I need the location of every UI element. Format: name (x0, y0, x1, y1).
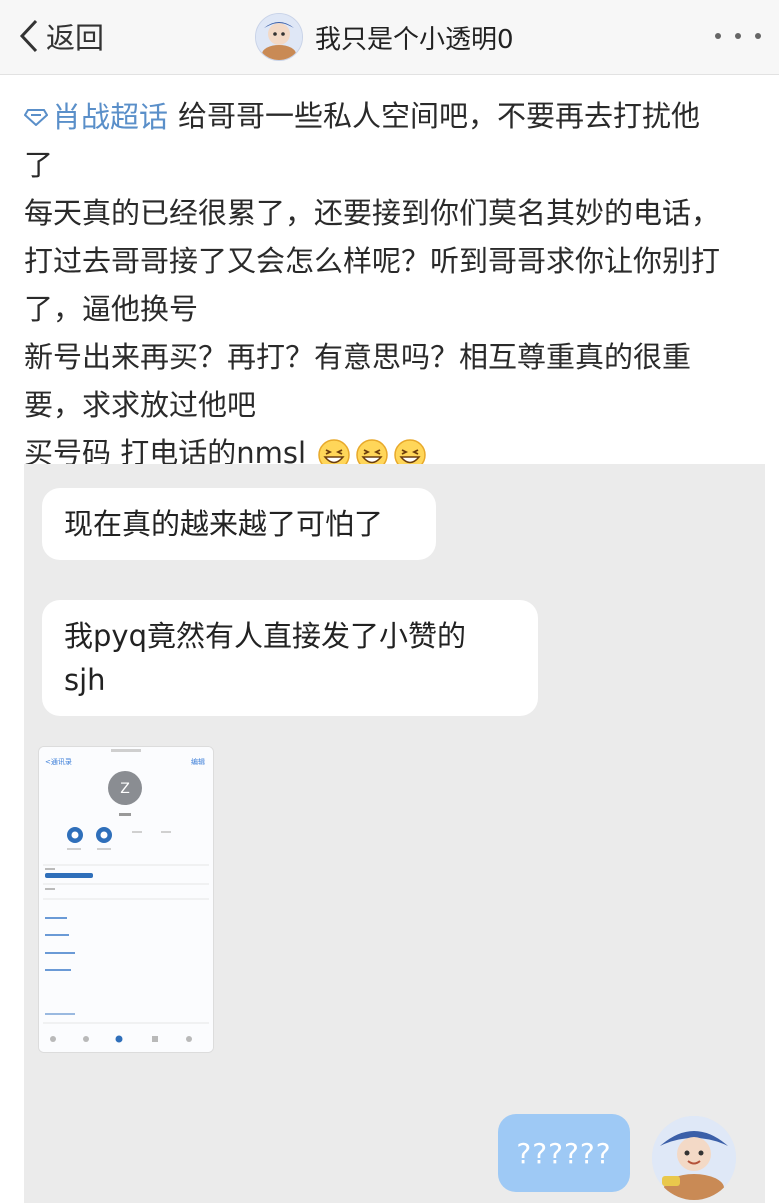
post-line: 肖战超话 给哥哥一些私人空间吧，不要再去打扰他 (24, 92, 754, 141)
supertopic-icon (24, 109, 48, 126)
post-text: 给哥哥一些私人空间吧，不要再去打扰他 (178, 99, 701, 133)
more-icon-dot (755, 33, 761, 39)
post-body: 肖战超话 给哥哥一些私人空间吧，不要再去打扰他 了 每天真的已经很累了，还要接到… (24, 92, 754, 477)
message-text: 我pyq竟然有人直接发了小赞的 (64, 619, 466, 653)
avatar-image (256, 14, 302, 60)
sender-avatar[interactable] (652, 1116, 736, 1200)
back-chevron-icon (19, 19, 38, 53)
message-text: 现在真的越来越了可怕了 (64, 507, 384, 541)
chat-screenshot: 现在真的越来越了可怕了 我pyq竟然有人直接发了小赞的 sjh <通讯录 编辑 … (24, 464, 765, 1203)
chat-title-area[interactable]: 我只是个小透明0 (255, 10, 514, 64)
incoming-message: 现在真的越来越了可怕了 (42, 488, 436, 560)
post-line: 每天真的已经很累了，还要接到你们莫名其妙的电话， (24, 196, 721, 230)
image-message[interactable]: <通讯录 编辑 Z (38, 746, 214, 1053)
message-text: sjh (64, 663, 106, 697)
incoming-message: 我pyq竟然有人直接发了小赞的 sjh (42, 600, 538, 716)
more-icon (715, 33, 721, 39)
contact-screenshot-image: <通讯录 编辑 Z (39, 747, 213, 1052)
avatar-image (652, 1116, 736, 1200)
post-line: 了，逼他换号 (24, 292, 199, 326)
top-navbar: 返回 我只是个小透明0 (0, 0, 779, 75)
chat-title: 我只是个小透明0 (315, 24, 514, 55)
post-line: 要，求求放过他吧 (24, 388, 257, 422)
supertopic-tag[interactable]: 肖战超话 (24, 93, 168, 141)
avatar[interactable] (255, 13, 303, 61)
post-line: 了 (24, 148, 54, 182)
back-label: 返回 (46, 21, 105, 55)
supertopic-label: 肖战超话 (52, 100, 169, 134)
more-button[interactable] (715, 24, 761, 48)
mini-avatar-letter: Z (120, 781, 130, 797)
post-line: 打过去哥哥接了又会怎么样呢？听到哥哥求你让你别打 (24, 244, 721, 278)
outgoing-message: ?????? (498, 1114, 630, 1192)
mini-edit-text: 编辑 (191, 757, 205, 766)
back-button[interactable]: 返回 (18, 14, 104, 58)
message-text: ?????? (516, 1136, 612, 1170)
mini-back-text: <通讯录 (45, 757, 72, 766)
post-line: 新号出来再买？再打？有意思吗？相互尊重真的很重 (24, 340, 692, 374)
more-icon-dot (735, 33, 741, 39)
